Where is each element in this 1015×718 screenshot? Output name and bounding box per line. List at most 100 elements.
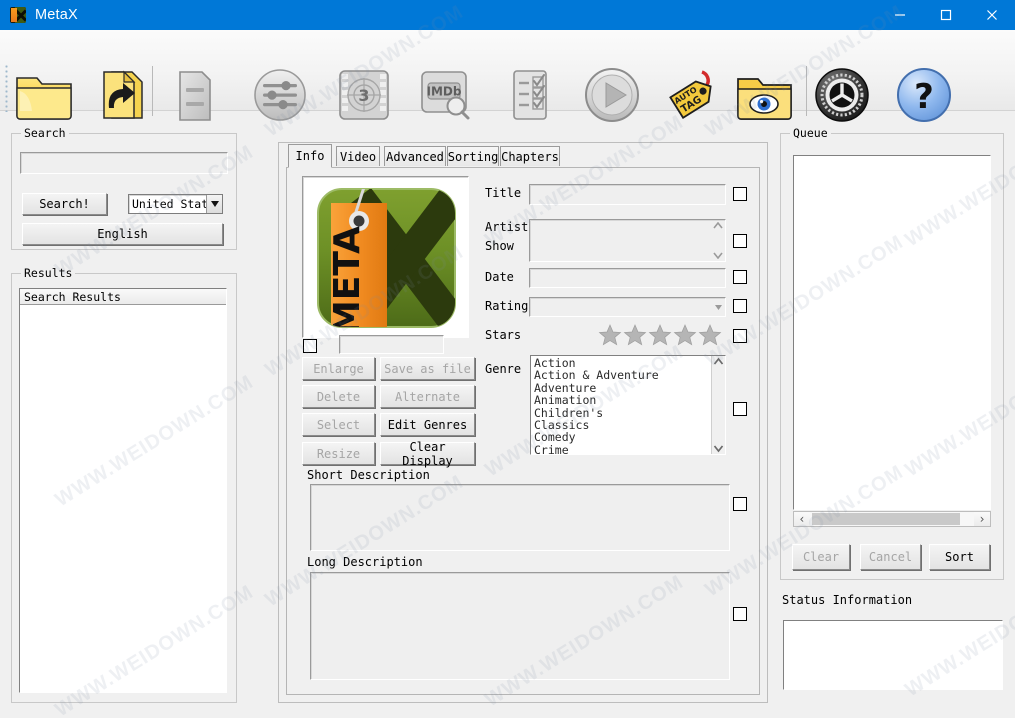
maximize-icon[interactable]	[923, 0, 969, 30]
main-toolbar: 3 IMDb AUTO TAG ?	[0, 30, 1015, 122]
title-bar: MetaX	[0, 0, 1015, 30]
scroll-right-icon[interactable]: ›	[974, 512, 990, 526]
genre-option[interactable]: Action & Adventure	[534, 369, 711, 382]
preferences-button[interactable]	[250, 66, 312, 126]
short-description-input[interactable]	[310, 484, 730, 551]
long-description-input[interactable]	[310, 572, 730, 680]
genre-option[interactable]: Crime	[534, 443, 711, 454]
chevron-down-icon[interactable]	[711, 304, 725, 310]
long-description-checkbox[interactable]	[733, 607, 747, 621]
tab-sorting-label: Sorting	[447, 149, 499, 164]
date-checkbox[interactable]	[733, 270, 747, 284]
clear-display-button[interactable]: Clear Display	[380, 440, 475, 468]
svg-text:3: 3	[358, 86, 369, 105]
country-select[interactable]: United States	[128, 194, 223, 214]
genre-checkbox[interactable]	[733, 402, 747, 416]
queue-clear-button[interactable]: Clear	[792, 544, 850, 570]
artwork-filename-input[interactable]	[339, 335, 444, 354]
artwork-checkbox[interactable]	[303, 339, 317, 353]
queue-sort-button[interactable]: Sort	[929, 544, 990, 570]
imdb-lookup-button[interactable]: IMDb	[416, 66, 478, 126]
artist-show-scroll[interactable]	[710, 220, 725, 261]
rating-checkbox[interactable]	[733, 299, 747, 313]
open-file-button[interactable]	[90, 66, 152, 126]
settings-button[interactable]	[812, 66, 874, 126]
auto-tag-button[interactable]: AUTO TAG	[664, 66, 726, 126]
status-information-box[interactable]	[783, 620, 1003, 690]
window-title: MetaX	[35, 7, 78, 23]
queue-scroll-thumb[interactable]	[812, 513, 960, 525]
star-rating[interactable]	[598, 323, 722, 347]
star-icon[interactable]	[648, 323, 672, 347]
results-list-header[interactable]: Search Results	[20, 289, 226, 305]
svg-text:?: ?	[914, 77, 934, 117]
toolbar-separator-1	[152, 66, 153, 116]
select-button[interactable]: Select	[302, 413, 375, 436]
resize-button[interactable]: Resize	[302, 442, 375, 465]
chevron-down-icon[interactable]	[206, 195, 222, 213]
genre-list[interactable]: Action Action & Adventure Adventure Animati…	[530, 355, 726, 455]
date-input[interactable]	[529, 268, 726, 288]
queue-panel-legend: Queue	[790, 126, 831, 140]
queue-list[interactable]	[793, 155, 991, 510]
checklist-button[interactable]	[500, 66, 562, 126]
chevron-up-icon	[712, 222, 723, 229]
queue-hscrollbar[interactable]: ‹ ›	[793, 511, 991, 527]
date-label: Date	[485, 270, 514, 284]
tab-info-label: Info	[295, 149, 325, 163]
genre-scrollbar[interactable]	[711, 356, 725, 454]
genre-option[interactable]: Comedy	[534, 431, 711, 444]
open-folder-button[interactable]	[14, 66, 76, 126]
star-icon[interactable]	[673, 323, 697, 347]
tab-advanced[interactable]: Advanced	[384, 146, 446, 166]
save-as-file-button[interactable]: Save as file	[380, 357, 475, 380]
scroll-left-icon[interactable]: ‹	[794, 512, 810, 526]
search-input[interactable]	[20, 152, 228, 174]
enlarge-button[interactable]: Enlarge	[302, 357, 375, 380]
metax-logo-icon	[10, 7, 26, 23]
genre-option[interactable]: Animation	[534, 394, 711, 407]
minimize-icon[interactable]	[877, 0, 923, 30]
title-input[interactable]	[529, 184, 726, 205]
window-controls	[877, 0, 1015, 30]
metax-artwork-preview[interactable]: META	[302, 176, 469, 338]
star-icon[interactable]	[598, 323, 622, 347]
results-list[interactable]: Search Results	[19, 288, 227, 693]
language-button[interactable]: English	[22, 223, 223, 245]
results-panel-legend: Results	[21, 266, 76, 280]
queue-scroll-track[interactable]	[810, 512, 974, 526]
star-icon[interactable]	[698, 323, 722, 347]
close-icon[interactable]	[969, 0, 1015, 30]
chevron-down-icon	[713, 445, 724, 453]
video-settings-button[interactable]: 3	[334, 66, 396, 126]
title-checkbox[interactable]	[733, 187, 747, 201]
search-button[interactable]: Search!	[22, 193, 107, 215]
tab-chapters[interactable]: Chapters	[500, 146, 560, 166]
metax-artwork-image: META	[317, 188, 456, 328]
artist-show-field[interactable]	[529, 219, 726, 262]
artist-show-input[interactable]	[530, 220, 710, 261]
tab-info[interactable]: Info	[288, 144, 332, 168]
artist-checkbox[interactable]	[733, 234, 747, 248]
watch-folder-button[interactable]	[734, 66, 796, 126]
delete-button[interactable]: Delete	[302, 385, 375, 408]
edit-genres-button[interactable]: Edit Genres	[380, 413, 475, 436]
search-panel-legend: Search	[21, 126, 69, 140]
tab-video[interactable]: Video	[336, 146, 380, 166]
rating-select[interactable]	[529, 297, 726, 317]
help-button[interactable]: ?	[894, 66, 956, 126]
genre-options[interactable]: Action Action & Adventure Adventure Animati…	[531, 356, 711, 454]
play-button[interactable]	[582, 66, 644, 126]
short-description-label: Short Description	[307, 468, 430, 482]
alternate-button[interactable]: Alternate	[380, 385, 475, 408]
star-icon[interactable]	[623, 323, 647, 347]
status-panel-legend: Status Information	[782, 593, 913, 607]
long-description-label: Long Description	[307, 555, 423, 569]
queue-cancel-button[interactable]: Cancel	[860, 544, 921, 570]
stars-label: Stars	[485, 328, 522, 342]
tab-sorting[interactable]: Sorting	[447, 146, 499, 166]
stars-checkbox[interactable]	[733, 329, 747, 343]
short-description-checkbox[interactable]	[733, 497, 747, 511]
toolbar-grip[interactable]	[5, 64, 8, 112]
tag-list-button[interactable]	[164, 66, 226, 126]
